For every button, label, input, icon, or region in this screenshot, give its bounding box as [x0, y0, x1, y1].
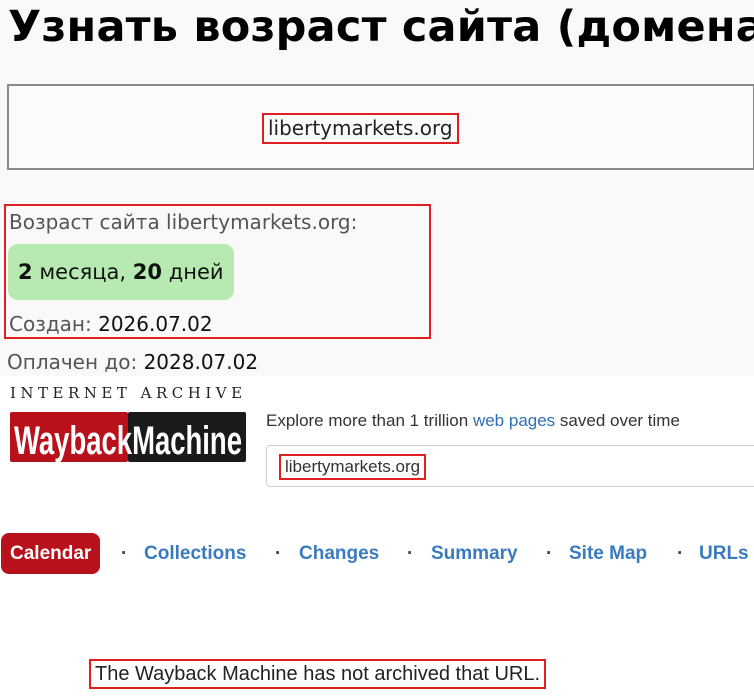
web-pages-link[interactable]: web pages — [473, 411, 555, 430]
created-label: Создан: — [9, 312, 92, 336]
age-label: Возраст сайта libertymarkets.org: — [9, 210, 358, 234]
age-months-number: 2 — [18, 260, 33, 284]
age-badge: 2 месяца, 20 дней — [8, 244, 234, 300]
domain-input-value[interactable]: libertymarkets.org — [262, 113, 459, 144]
wayback-machine-logo-icon: WaybackMachine — [10, 412, 246, 463]
domain-input-box[interactable]: libertymarkets.org — [7, 84, 754, 170]
age-result-block: Возраст сайта libertymarkets.org: 2 меся… — [4, 204, 431, 339]
paid-until-value: 2028.07.02 — [143, 350, 259, 374]
nav-separator: · — [546, 543, 553, 564]
page-title: Узнать возраст сайта (домена) — [8, 2, 754, 52]
nav-separator: · — [407, 543, 414, 564]
tab-urls[interactable]: URLs — [699, 533, 749, 574]
tab-site-map[interactable]: Site Map — [569, 533, 647, 574]
wayback-tagline: Explore more than 1 trillion web pages s… — [266, 411, 680, 431]
tagline-suffix: saved over time — [559, 411, 680, 430]
tab-collections[interactable]: Collections — [144, 533, 246, 574]
age-days-number: 20 — [132, 260, 163, 284]
wayback-search-input[interactable]: libertymarkets.org — [266, 445, 754, 487]
age-months-word: месяца, — [39, 260, 127, 284]
age-days-word: дней — [168, 260, 224, 284]
wayback-logo[interactable]: INTERNET ARCHIVE WaybackMachine — [10, 384, 246, 474]
created-value: 2026.07.02 — [98, 312, 213, 336]
wayback-nav: Calendar · Collections · Changes · Summa… — [1, 533, 754, 574]
nav-separator: · — [275, 543, 282, 564]
paid-until-row: Оплачен до: 2028.07.02 — [7, 350, 258, 374]
nav-separator: · — [121, 543, 128, 564]
paid-until-label: Оплачен до: — [7, 350, 138, 374]
not-archived-message: The Wayback Machine has not archived tha… — [89, 659, 547, 689]
tab-summary[interactable]: Summary — [431, 533, 518, 574]
internet-archive-text: INTERNET ARCHIVE — [10, 384, 247, 402]
wayback-brand-text: WaybackMachine — [14, 419, 242, 463]
tagline-prefix: Explore more than 1 trillion — [266, 411, 469, 430]
domain-age-panel: Узнать возраст сайта (домена) libertymar… — [0, 0, 754, 376]
tab-changes[interactable]: Changes — [299, 533, 379, 574]
created-row: Создан: 2026.07.02 — [9, 312, 213, 336]
wayback-search-value[interactable]: libertymarkets.org — [279, 454, 427, 480]
nav-separator: · — [677, 543, 684, 564]
tab-calendar[interactable]: Calendar — [1, 533, 101, 574]
